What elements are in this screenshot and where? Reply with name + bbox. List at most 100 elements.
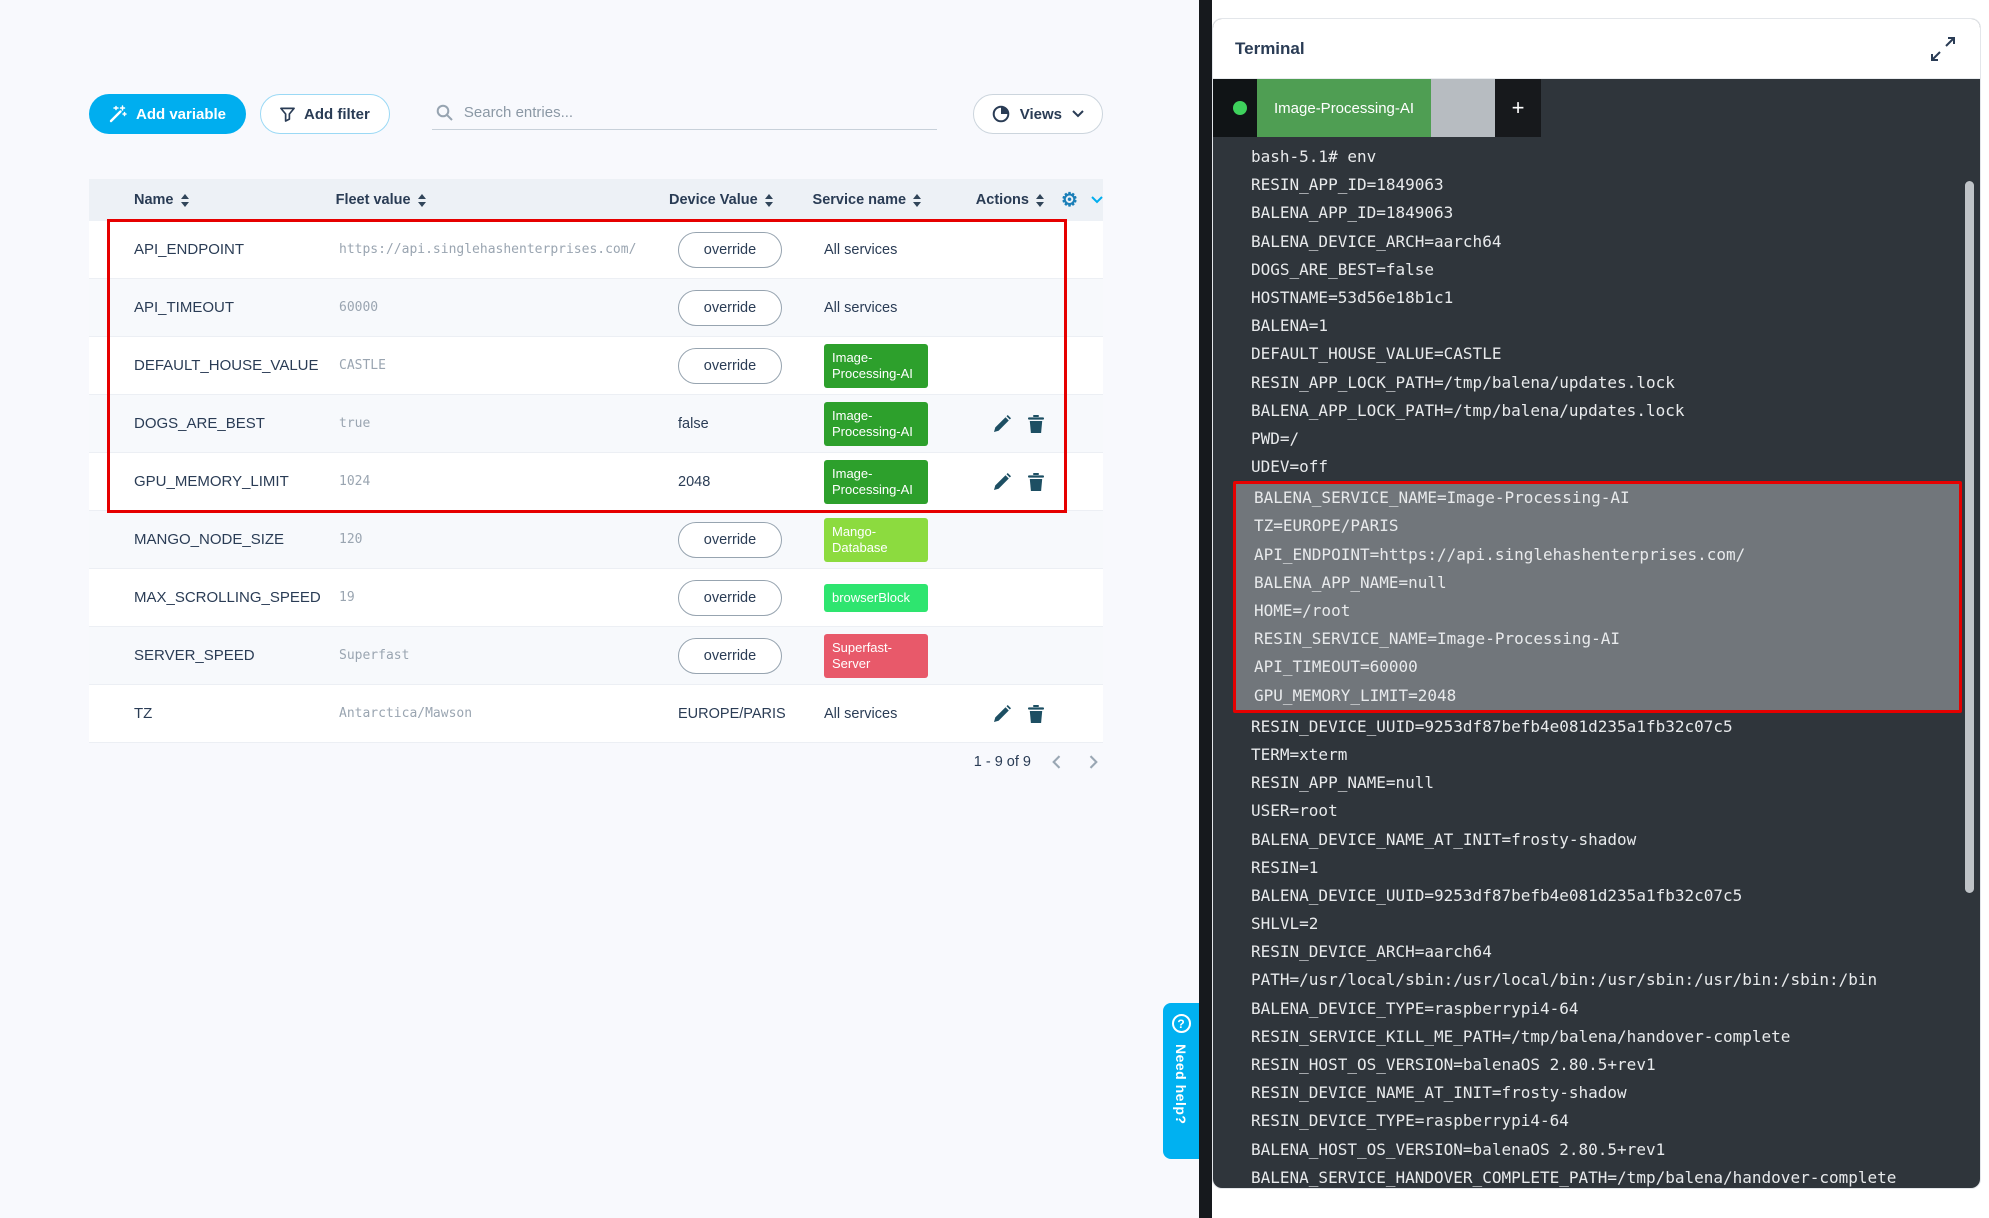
add-filter-button[interactable]: Add filter bbox=[260, 94, 390, 134]
device-value: EUROPE/PARIS bbox=[678, 706, 786, 722]
column-label: Name bbox=[134, 192, 174, 208]
column-label: Service name bbox=[813, 192, 907, 208]
device-value-cell: override bbox=[678, 638, 824, 674]
override-button[interactable]: override bbox=[678, 580, 782, 616]
table-row[interactable]: API_TIMEOUT60000overrideAll services bbox=[89, 279, 1103, 337]
pagination-label: 1 - 9 of 9 bbox=[974, 754, 1031, 770]
search-box bbox=[432, 99, 937, 130]
table-row[interactable]: TZ Antarctica/MawsonEUROPE/PARIS All servi… bbox=[89, 685, 1103, 743]
device-value-cell: override bbox=[678, 348, 824, 384]
column-header-name[interactable]: Name bbox=[89, 192, 336, 208]
toolbar: Add variable Add filter Views bbox=[89, 93, 1103, 135]
fleet-value: 120 bbox=[339, 532, 362, 547]
service-name-cell: Mango-Database bbox=[824, 518, 990, 562]
add-variable-button[interactable]: Add variable bbox=[89, 94, 246, 134]
fleet-value-cell: https://api.singlehashenterprises.com/ bbox=[339, 242, 678, 257]
chevron-down-icon[interactable] bbox=[1091, 196, 1103, 204]
views-button[interactable]: Views bbox=[973, 94, 1103, 134]
panel-resize-divider[interactable] bbox=[1199, 0, 1212, 1218]
actions-cell bbox=[990, 705, 1103, 723]
terminal-line: DOGS_ARE_BEST=false bbox=[1251, 256, 1966, 284]
table-row[interactable]: MANGO_NODE_SIZE120overrideMango-Database bbox=[89, 511, 1103, 569]
terminal-line: USER=root bbox=[1251, 797, 1966, 825]
chevron-down-icon bbox=[1072, 110, 1084, 118]
add-variable-label: Add variable bbox=[136, 106, 226, 123]
terminal-line: DEFAULT_HOUSE_VALUE=CASTLE bbox=[1251, 340, 1966, 368]
terminal-line: BALENA_APP_ID=1849063 bbox=[1251, 199, 1966, 227]
status-dot-icon bbox=[1233, 101, 1247, 115]
trash-icon bbox=[1028, 705, 1044, 723]
edit-button[interactable] bbox=[994, 705, 1011, 722]
variable-name: API_TIMEOUT bbox=[134, 299, 234, 316]
search-input[interactable] bbox=[462, 103, 933, 122]
chevron-left-icon bbox=[1047, 752, 1067, 772]
variable-name: DOGS_ARE_BEST bbox=[134, 415, 265, 432]
service-name: All services bbox=[824, 706, 897, 722]
edit-button[interactable] bbox=[994, 473, 1011, 490]
override-button[interactable]: override bbox=[678, 290, 782, 326]
delete-button[interactable] bbox=[1028, 415, 1044, 433]
sort-icon[interactable] bbox=[913, 194, 921, 207]
terminal-line: bash-5.1# env bbox=[1251, 143, 1966, 171]
highlighted-env-block: BALENA_SERVICE_NAME=Image-Processing-AIT… bbox=[1233, 481, 1962, 713]
fleet-value: 1024 bbox=[339, 474, 370, 489]
next-page-button[interactable] bbox=[1083, 752, 1103, 772]
override-button[interactable]: override bbox=[678, 522, 782, 558]
need-help-tab[interactable]: ? Need help? bbox=[1163, 1003, 1199, 1159]
pagination: 1 - 9 of 9 bbox=[89, 752, 1103, 772]
table-row[interactable]: DOGS_ARE_BESTtruefalseImage-Processing-A… bbox=[89, 395, 1103, 453]
terminal-line: BALENA_DEVICE_NAME_AT_INIT=frosty-shadow bbox=[1251, 826, 1966, 854]
override-button[interactable]: override bbox=[678, 638, 782, 674]
chevron-right-icon bbox=[1083, 752, 1103, 772]
variable-name: API_ENDPOINT bbox=[134, 241, 244, 258]
device-value-cell: override bbox=[678, 290, 824, 326]
expand-terminal-button[interactable] bbox=[1928, 34, 1958, 64]
fleet-value: CASTLE bbox=[339, 358, 386, 373]
terminal-tab-image-processing-ai[interactable]: Image-Processing-AI bbox=[1257, 79, 1431, 137]
sort-icon[interactable] bbox=[765, 194, 773, 207]
fleet-value-cell: Superfast bbox=[339, 648, 678, 663]
variable-name: TZ bbox=[134, 705, 152, 722]
sort-icon[interactable] bbox=[1036, 194, 1044, 207]
table-row[interactable]: DEFAULT_HOUSE_VALUECASTLEoverrideImage-P… bbox=[89, 337, 1103, 395]
table-row[interactable]: GPU_MEMORY_LIMIT10242048Image-Processing… bbox=[89, 453, 1103, 511]
column-header-service-name[interactable]: Service name bbox=[813, 192, 976, 208]
delete-button[interactable] bbox=[1028, 473, 1044, 491]
delete-button[interactable] bbox=[1028, 705, 1044, 723]
table-row[interactable]: SERVER_SPEEDSuperfastoverrideSuperfast-S… bbox=[89, 627, 1103, 685]
variables-panel: Add variable Add filter Views Name Fleet … bbox=[0, 0, 1199, 1218]
terminal-line: BALENA_DEVICE_UUID=9253df87befb4e081d235… bbox=[1251, 882, 1966, 910]
column-header-actions[interactable]: Actions⚙ bbox=[976, 191, 1103, 210]
table-row[interactable]: API_ENDPOINT https://api.singlehashenterp… bbox=[89, 221, 1103, 279]
terminal-output[interactable]: bash-5.1# envRESIN_APP_ID=1849063BALENA_… bbox=[1213, 137, 1980, 1188]
service-name: All services bbox=[824, 242, 897, 258]
sort-icon[interactable] bbox=[181, 194, 189, 207]
pencil-icon bbox=[994, 415, 1011, 432]
column-header-device-value[interactable]: Device Value bbox=[669, 192, 813, 208]
fleet-value-cell: Antarctica/Mawson bbox=[339, 706, 678, 721]
variable-name: SERVER_SPEED bbox=[134, 647, 255, 664]
table-row[interactable]: MAX_SCROLLING_SPEED19overridebrowserBloc… bbox=[89, 569, 1103, 627]
override-button[interactable]: override bbox=[678, 232, 782, 268]
terminal-line: PWD=/ bbox=[1251, 425, 1966, 453]
fleet-value: true bbox=[339, 416, 370, 431]
override-button[interactable]: override bbox=[678, 348, 782, 384]
terminal-panel: Terminal Image-Processing-AI + bash-5.1#… bbox=[1212, 0, 1989, 1218]
terminal-line: RESIN_DEVICE_UUID=9253df87befb4e081d235a… bbox=[1251, 713, 1966, 741]
sort-icon[interactable] bbox=[418, 194, 426, 207]
need-help-label: Need help? bbox=[1173, 1044, 1189, 1124]
pencil-icon bbox=[994, 473, 1011, 490]
column-settings-gear-icon[interactable]: ⚙ bbox=[1061, 191, 1078, 210]
terminal-tabs-strip: Image-Processing-AI + bbox=[1213, 79, 1541, 137]
terminal-scrollbar-thumb[interactable] bbox=[1965, 181, 1974, 893]
variable-name: GPU_MEMORY_LIMIT bbox=[134, 473, 289, 490]
terminal-line: BALENA_DEVICE_ARCH=aarch64 bbox=[1251, 228, 1966, 256]
fleet-value: 60000 bbox=[339, 300, 378, 315]
new-terminal-tab-button[interactable]: + bbox=[1495, 79, 1541, 137]
edit-button[interactable] bbox=[994, 415, 1011, 432]
column-header-fleet-value[interactable]: Fleet value bbox=[336, 192, 669, 208]
terminal-tab-bar: Image-Processing-AI + bbox=[1213, 79, 1980, 137]
expand-arrows-icon bbox=[1928, 34, 1958, 64]
filter-funnel-icon bbox=[280, 106, 295, 122]
previous-page-button[interactable] bbox=[1047, 752, 1067, 772]
